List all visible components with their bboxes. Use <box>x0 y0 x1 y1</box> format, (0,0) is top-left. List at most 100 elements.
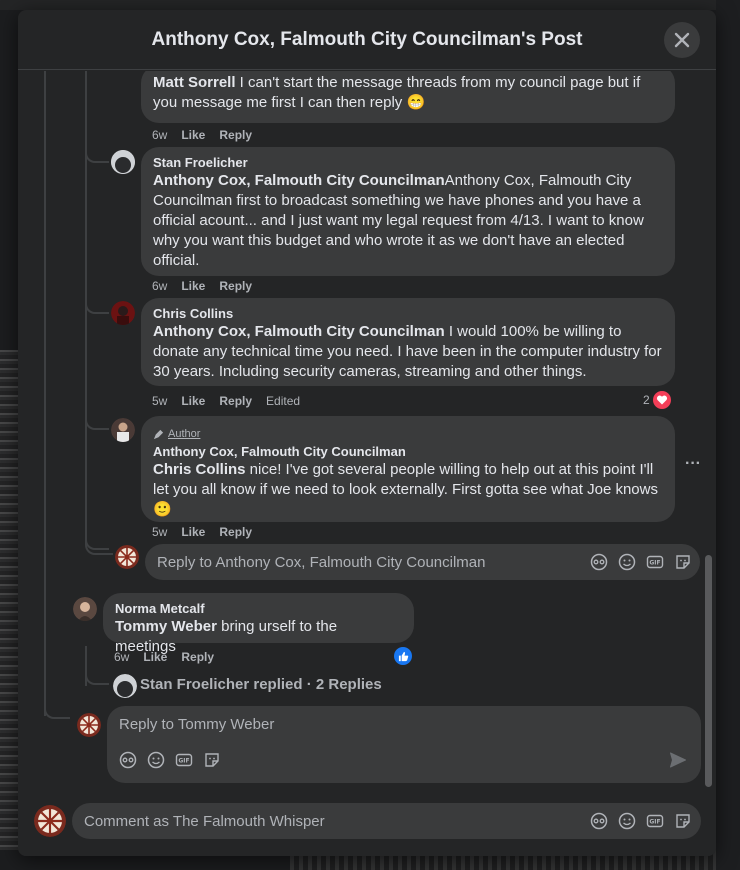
background-nav-strip <box>0 0 740 10</box>
thread-line <box>44 691 70 719</box>
comment-author[interactable]: Norma Metcalf <box>115 601 402 617</box>
avatar-icon <box>111 150 135 174</box>
comment-mention[interactable]: Chris Collins <box>153 461 246 478</box>
avatar <box>113 674 137 698</box>
reaction-summary[interactable]: 2 <box>643 391 671 409</box>
emoji-icon[interactable] <box>618 812 636 830</box>
avatar-sticker-icon[interactable] <box>119 751 137 769</box>
reply-button[interactable]: Reply <box>181 650 214 664</box>
comment-timestamp[interactable]: 6w <box>152 279 167 293</box>
comment-mention[interactable]: Tommy Weber <box>115 618 217 635</box>
avatar[interactable] <box>115 545 139 569</box>
comment-timestamp[interactable]: 6w <box>152 128 167 142</box>
avatar-icon <box>113 674 137 698</box>
avatar-icon <box>111 301 135 325</box>
comment-timestamp[interactable]: 5w <box>152 394 167 408</box>
like-button[interactable]: Like <box>181 128 205 142</box>
avatar[interactable] <box>77 713 101 737</box>
comment-placeholder: Comment as The Falmouth Whisper <box>84 812 325 830</box>
reaction-count: 2 <box>643 393 650 407</box>
thread-line <box>85 529 113 555</box>
comment-timestamp[interactable]: 6w <box>114 650 129 664</box>
comment-bubble: Author Anthony Cox, Falmouth City Counci… <box>141 416 675 522</box>
comment-actions: 5w Like Reply <box>152 525 252 539</box>
comment-timestamp[interactable]: 5w <box>152 525 167 539</box>
background-right-column <box>716 0 740 870</box>
avatar-icon <box>73 597 97 621</box>
comment-actions: 5w Like Reply Edited <box>152 394 300 408</box>
avatar[interactable] <box>34 805 66 837</box>
like-button[interactable]: Like <box>181 525 205 539</box>
avatar-icon <box>111 418 135 442</box>
close-icon <box>674 32 690 48</box>
reply-button[interactable]: Reply <box>219 525 252 539</box>
post-dialog: Anthony Cox, Falmouth City Councilman's … <box>18 10 716 856</box>
reply-placeholder: Reply to Anthony Cox, Falmouth City Coun… <box>157 553 486 571</box>
avatar[interactable] <box>73 597 97 621</box>
dialog-header: Anthony Cox, Falmouth City Councilman's … <box>18 10 716 70</box>
comment-bubble: Norma Metcalf Tommy Weber bring urself t… <box>103 593 414 655</box>
emoji-icon[interactable] <box>618 553 636 571</box>
composer-tools: GIF <box>590 553 692 571</box>
edited-label[interactable]: Edited <box>266 394 300 408</box>
avatar-icon <box>115 545 139 569</box>
comment-mention[interactable]: Anthony Cox, Falmouth City Councilman <box>153 172 445 189</box>
reply-composer[interactable]: Reply to Tommy Weber GIF <box>107 706 701 783</box>
avatar[interactable] <box>111 301 135 325</box>
heart-reaction-icon <box>652 391 671 409</box>
comment-author[interactable]: Anthony Cox, Falmouth City Councilman <box>153 444 663 460</box>
comment-bubble: Stan Froelicher Anthony Cox, Falmouth Ci… <box>141 147 675 276</box>
comment-mention[interactable]: Matt Sorrell <box>153 74 236 91</box>
avatar[interactable] <box>111 150 135 174</box>
thread-line <box>85 408 109 430</box>
reply-button[interactable]: Reply <box>219 128 252 142</box>
avatar-sticker-icon[interactable] <box>590 812 608 830</box>
comments-scroll-area[interactable]: Matt Sorrell I can't start the message t… <box>18 71 716 796</box>
emoji-icon[interactable] <box>147 751 165 769</box>
comment-mention[interactable]: Anthony Cox, Falmouth City Councilman <box>153 323 445 340</box>
gif-icon[interactable]: GIF <box>646 553 664 571</box>
reply-button[interactable]: Reply <box>219 279 252 293</box>
author-badge-icon <box>153 429 164 439</box>
svg-text:GIF: GIF <box>649 560 660 567</box>
thread-line <box>44 71 46 656</box>
thread-line <box>85 141 109 163</box>
comment-bubble: Matt Sorrell I can't start the message t… <box>141 71 675 123</box>
sticker-icon[interactable] <box>674 812 692 830</box>
author-badge-label: Author <box>168 428 201 440</box>
svg-text:GIF: GIF <box>649 819 660 826</box>
comment-bubble: Chris Collins Anthony Cox, Falmouth City… <box>141 298 675 386</box>
comment-actions: 6w Like Reply <box>114 650 214 664</box>
thread-line <box>85 292 109 314</box>
close-button[interactable] <box>664 22 700 58</box>
reaction-summary[interactable] <box>394 647 412 665</box>
send-icon[interactable] <box>669 751 687 769</box>
like-button[interactable]: Like <box>181 394 205 408</box>
more-icon: ··· <box>685 455 701 472</box>
svg-text:GIF: GIF <box>178 758 189 765</box>
reply-placeholder: Reply to Tommy Weber <box>119 716 275 733</box>
gif-icon[interactable]: GIF <box>646 812 664 830</box>
gif-icon[interactable]: GIF <box>175 751 193 769</box>
comment-author[interactable]: Chris Collins <box>153 306 663 322</box>
sticker-icon[interactable] <box>674 553 692 571</box>
avatar[interactable] <box>111 418 135 442</box>
like-reaction-icon <box>394 647 412 665</box>
author-badge[interactable]: Author <box>153 424 663 444</box>
comment-author[interactable]: Stan Froelicher <box>153 155 663 171</box>
background-image <box>0 350 18 850</box>
composer-tools: GIF <box>590 812 692 830</box>
view-replies-link[interactable]: Stan Froelicher replied · 2 Replies <box>140 676 382 693</box>
scrollbar[interactable] <box>705 555 712 787</box>
more-options-button[interactable]: ··· <box>685 455 701 473</box>
dialog-title: Anthony Cox, Falmouth City Councilman's … <box>151 28 583 50</box>
thread-line <box>85 661 109 685</box>
comment-actions: 6w Like Reply <box>152 279 252 293</box>
reply-button[interactable]: Reply <box>219 394 252 408</box>
sticker-icon[interactable] <box>203 751 221 769</box>
comment-footer: Comment as The Falmouth Whisper GIF <box>18 796 716 856</box>
like-button[interactable]: Like <box>143 650 167 664</box>
avatar-sticker-icon[interactable] <box>590 553 608 571</box>
composer-tools: GIF <box>119 751 221 769</box>
like-button[interactable]: Like <box>181 279 205 293</box>
